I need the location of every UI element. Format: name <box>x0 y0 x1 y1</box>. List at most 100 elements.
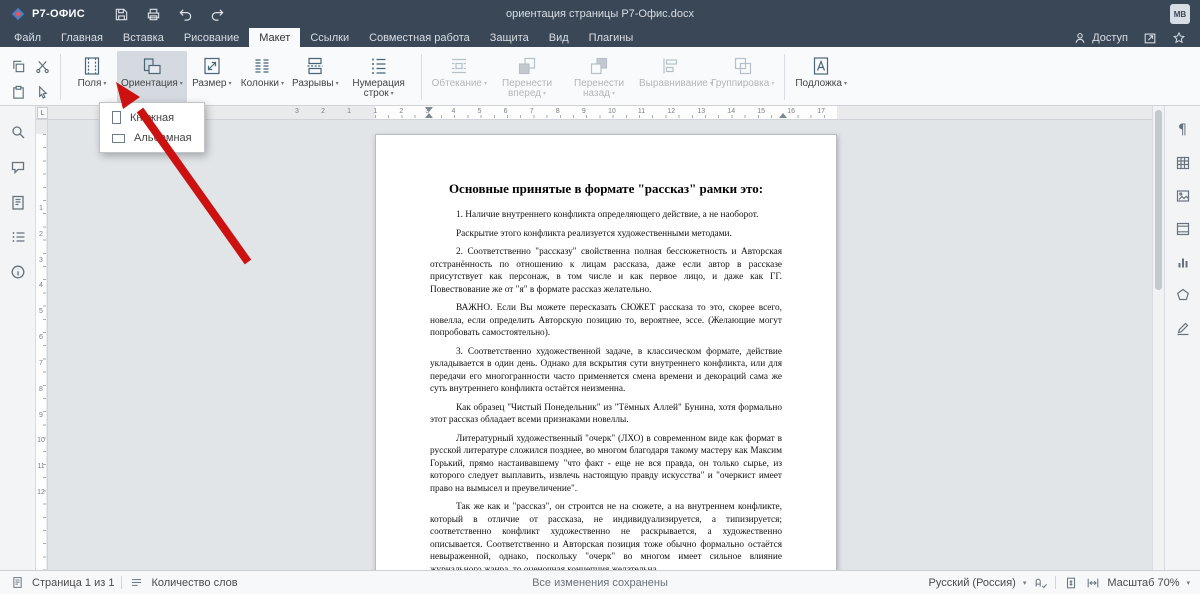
wrapping-label: Обтекание <box>432 78 482 89</box>
dropdown-caret-icon: ▾ <box>391 91 394 97</box>
open-location-icon[interactable] <box>1142 30 1157 45</box>
orientation-label: Ориентация <box>121 78 178 89</box>
copy-icon[interactable] <box>8 55 28 77</box>
portrait-page-icon <box>112 111 121 124</box>
toolbar-watermark-button[interactable]: Подложка▾ <box>791 51 851 103</box>
menu-tab[interactable]: Плагины <box>579 28 644 47</box>
quick-access-toolbar <box>113 6 225 22</box>
toolbar-button-label: Перенести вперед▾ <box>495 79 559 99</box>
document-heading: Основные принятые в формате "рассказ" ра… <box>430 181 782 197</box>
app-window: Р7-ОФИС ориентация страницы Р7-Офис.docx… <box>0 0 1200 594</box>
access-button[interactable]: Доступ <box>1072 30 1128 45</box>
orientation-option-portrait[interactable]: Книжная <box>100 107 204 128</box>
document-paragraph: 2. Соответственно "рассказу" свойственна… <box>430 246 782 296</box>
zoom-label[interactable]: Масштаб 70% <box>1107 577 1179 589</box>
scrollbar-thumb[interactable] <box>1155 110 1162 290</box>
margins-icon <box>82 54 102 77</box>
menu-tab[interactable]: Защита <box>480 28 539 47</box>
paragraph-settings-icon[interactable]: ¶ <box>1173 120 1193 140</box>
ruler-number: 10 <box>37 437 45 444</box>
save-icon[interactable] <box>113 6 129 22</box>
chart-settings-icon[interactable] <box>1173 252 1193 272</box>
toolbar-margins-button[interactable]: Поля▾ <box>67 51 117 103</box>
toolbar-orientation-button[interactable]: Ориентация▾ <box>117 51 187 103</box>
paste-icon[interactable] <box>8 81 28 103</box>
toolbar-size-button[interactable]: Размер▾ <box>187 51 237 103</box>
page-info[interactable]: Страница 1 из 1 <box>32 577 114 589</box>
vertical-ruler[interactable]: 123456789101112 <box>36 120 48 570</box>
orientation-icon <box>142 54 162 77</box>
table-settings-icon[interactable] <box>1173 153 1193 173</box>
ruler-number: 1 <box>39 205 43 212</box>
fit-width-icon[interactable] <box>1085 575 1100 590</box>
toolbar-breaks-button[interactable]: Разрывы▾ <box>288 51 343 103</box>
ruler-number: 6 <box>504 108 508 116</box>
shape-settings-icon[interactable] <box>1173 285 1193 305</box>
menu-tab[interactable]: Вид <box>539 28 579 47</box>
about-icon[interactable] <box>8 262 28 282</box>
menu-tab[interactable]: Ссылки <box>300 28 359 47</box>
left-indent-marker[interactable] <box>425 113 433 118</box>
fit-page-icon[interactable] <box>1063 575 1078 590</box>
zoom-chevron-icon[interactable]: ▾ <box>1186 579 1190 587</box>
page-icon <box>10 575 25 590</box>
toolbar-separator <box>421 54 422 100</box>
document-page[interactable]: Основные принятые в формате "рассказ" ра… <box>375 134 837 594</box>
chevron-down-icon[interactable]: ▾ <box>1023 579 1027 587</box>
toolbar-wrapping-button: Обтекание▾ <box>428 51 491 103</box>
image-settings-icon[interactable] <box>1173 186 1193 206</box>
watermark-icon <box>811 54 831 77</box>
navigation-icon[interactable] <box>8 227 28 247</box>
print-icon[interactable] <box>145 6 161 22</box>
toolbar-ribbon: Поля▾ Ориентация▾ Размер▾ Колонки▾ Разры… <box>0 47 1200 106</box>
feedback-icon[interactable] <box>8 192 28 212</box>
toolbar-button-label: Обтекание▾ <box>432 79 487 89</box>
toolbar-separator <box>784 54 785 100</box>
ruler-number: 2 <box>321 108 325 116</box>
toolbar-button-label: Размер▾ <box>192 79 231 89</box>
ruler-number: 15 <box>757 108 765 116</box>
cut-icon[interactable] <box>32 55 52 77</box>
comments-icon[interactable] <box>8 157 28 177</box>
redo-icon[interactable] <box>209 6 225 22</box>
vertical-scrollbar[interactable] <box>1152 106 1164 570</box>
select-all-icon[interactable] <box>32 81 52 103</box>
clipboard-group <box>8 55 52 103</box>
status-bar: Страница 1 из 1 Количество слов Все изме… <box>0 570 1200 594</box>
menu-tab[interactable]: Рисование <box>174 28 249 47</box>
orientation-dropdown: Книжная Альбомная <box>99 102 205 153</box>
header-footer-settings-icon[interactable] <box>1173 219 1193 239</box>
spellcheck-icon[interactable] <box>1033 575 1048 590</box>
toolbar-line-numbers-button[interactable]: Нумерация строк▾ <box>343 51 415 103</box>
dropdown-caret-icon: ▾ <box>228 81 231 87</box>
menu-tab[interactable]: Файл <box>4 28 51 47</box>
right-indent-marker[interactable] <box>779 113 787 118</box>
signature-settings-icon[interactable] <box>1173 318 1193 338</box>
save-status: Все изменения сохранены <box>532 577 668 589</box>
language-selector[interactable]: Русский (Россия) <box>929 577 1016 589</box>
toolbar-button-label: Перенести назад▾ <box>567 79 631 99</box>
first-line-indent-marker[interactable] <box>425 107 433 112</box>
favorites-star-icon[interactable] <box>1171 30 1186 45</box>
horizontal-ruler-numbers: 3211234567891011121314151617 <box>295 108 825 116</box>
statusbar-separator <box>1055 576 1056 589</box>
menu-tab[interactable]: Вставка <box>113 28 174 47</box>
menu-right: Доступ <box>1072 28 1200 47</box>
menu-tab[interactable]: Главная <box>51 28 113 47</box>
undo-icon[interactable] <box>177 6 193 22</box>
user-avatar[interactable]: МВ <box>1170 4 1190 24</box>
menu-tab[interactable]: Макет <box>249 28 300 47</box>
ruler-number: 9 <box>39 412 43 419</box>
word-count-label[interactable]: Количество слов <box>151 577 237 589</box>
toolbar-columns-button[interactable]: Колонки▾ <box>237 51 288 103</box>
toolbar-button-label: Выравнивание▾ <box>639 79 703 89</box>
search-icon[interactable] <box>8 122 28 142</box>
menu-tab[interactable]: Совместная работа <box>359 28 480 47</box>
tab-stop-selector[interactable]: L <box>37 107 48 119</box>
word-count-icon <box>129 575 144 590</box>
ruler-number: 3 <box>295 108 299 116</box>
person-icon <box>1072 30 1087 45</box>
orientation-option-landscape[interactable]: Альбомная <box>100 128 204 148</box>
dropdown-caret-icon: ▾ <box>844 81 847 87</box>
toolbar-button-label: Нумерация строк▾ <box>347 79 411 99</box>
